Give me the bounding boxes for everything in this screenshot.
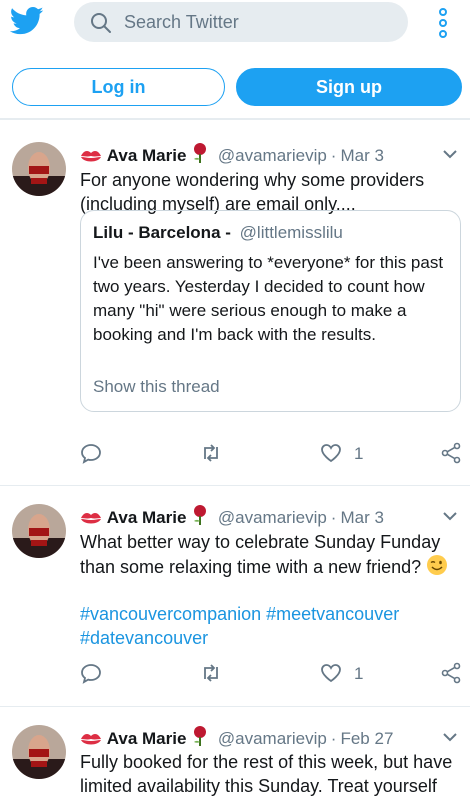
rose-icon [191, 504, 209, 531]
winking-face-icon [426, 554, 448, 582]
quote-header: Lilu - Barcelona - @littlemisslilu [93, 223, 343, 243]
show-thread-link[interactable]: Show this thread [93, 377, 220, 397]
quote-handle: @littlemisslilu [239, 223, 343, 242]
hashtag-line[interactable]: #datevancouver [80, 626, 460, 650]
tweet-text-line: What better way to celebrate Sunday Fund… [80, 532, 441, 552]
quote-display-name: Lilu - Barcelona - [93, 223, 231, 242]
top-bar: Search Twitter [0, 0, 470, 56]
avatar[interactable] [12, 504, 66, 558]
like-count: 1 [354, 444, 364, 463]
tweet-date[interactable]: Mar 3 [340, 146, 383, 165]
chevron-down-icon[interactable] [442, 508, 458, 524]
tweet-text-line: than some relaxing time with a new frien… [80, 557, 422, 577]
kiss-mark-icon [80, 148, 102, 169]
tweet-header: Ava Marie @avamarievip · Mar 3 [80, 142, 384, 166]
quoted-tweet[interactable]: Lilu - Barcelona - @littlemisslilu I've … [80, 210, 461, 412]
share-icon[interactable] [440, 442, 462, 468]
kiss-mark-icon [80, 510, 102, 531]
retweet-icon[interactable] [200, 662, 222, 688]
reply-icon[interactable] [80, 662, 102, 688]
reply-icon[interactable] [80, 442, 102, 468]
tweet-actions: 1 [80, 662, 470, 688]
auth-bar: Log in Sign up [0, 56, 470, 118]
display-name[interactable]: Ava Marie [107, 729, 187, 748]
avatar[interactable] [12, 725, 66, 779]
rose-icon [191, 142, 209, 169]
tweet-header: Ava Marie @avamarievip · Feb 27 [80, 725, 393, 749]
tweet[interactable]: Ava Marie @avamarievip · Mar 3 For anyone … [0, 120, 470, 485]
user-handle[interactable]: @avamarievip [218, 146, 327, 165]
search-input[interactable]: Search Twitter [74, 2, 408, 42]
rose-icon [191, 725, 209, 752]
more-options-icon[interactable] [436, 8, 450, 38]
search-icon [90, 12, 112, 34]
tweet-text-line: limited availability this Sunday. Treat … [80, 776, 437, 796]
separator: · [330, 508, 337, 527]
tweet-header: Ava Marie @avamarievip · Mar 3 [80, 504, 384, 528]
user-handle[interactable]: @avamarievip [218, 508, 327, 527]
tweet-date[interactable]: Feb 27 [340, 729, 393, 748]
tweet-date[interactable]: Mar 3 [340, 508, 383, 527]
user-handle[interactable]: @avamarievip [218, 729, 327, 748]
hashtag-line[interactable]: #vancouvercompanion #meetvancouver [80, 602, 460, 626]
tweet[interactable]: Ava Marie @avamarievip · Mar 3 What better… [0, 486, 470, 706]
like-count: 1 [354, 664, 364, 683]
tweet-text-line: For anyone wondering why some providers [80, 170, 425, 190]
signup-button[interactable]: Sign up [236, 68, 462, 106]
like-icon[interactable] [320, 662, 342, 688]
search-placeholder: Search Twitter [124, 12, 239, 32]
avatar[interactable] [12, 142, 66, 196]
retweet-icon[interactable] [200, 442, 222, 468]
separator: · [330, 146, 337, 165]
kiss-mark-icon [80, 731, 102, 752]
tweet-text: For anyone wondering why some providers … [80, 168, 460, 216]
tweet-actions: 1 [80, 442, 470, 468]
tweet-text: What better way to celebrate Sunday Fund… [80, 530, 460, 582]
login-button[interactable]: Log in [12, 68, 225, 106]
hashtags[interactable]: #vancouvercompanion #meetvancouver #date… [80, 602, 460, 650]
tweet-text: Fully booked for the rest of this week, … [80, 750, 460, 798]
separator: · [330, 729, 337, 748]
like-icon[interactable] [320, 442, 342, 468]
chevron-down-icon[interactable] [442, 146, 458, 162]
display-name[interactable]: Ava Marie [107, 508, 187, 527]
chevron-down-icon[interactable] [442, 729, 458, 745]
twitter-bird-icon[interactable] [9, 6, 44, 36]
tweet-text-line: Fully booked for the rest of this week, … [80, 752, 453, 772]
display-name[interactable]: Ava Marie [107, 146, 187, 165]
tweet[interactable]: Ava Marie @avamarievip · Feb 27 Fully book… [0, 707, 470, 800]
quote-text: I've been answering to *everyone* for th… [93, 253, 444, 344]
share-icon[interactable] [440, 662, 462, 688]
